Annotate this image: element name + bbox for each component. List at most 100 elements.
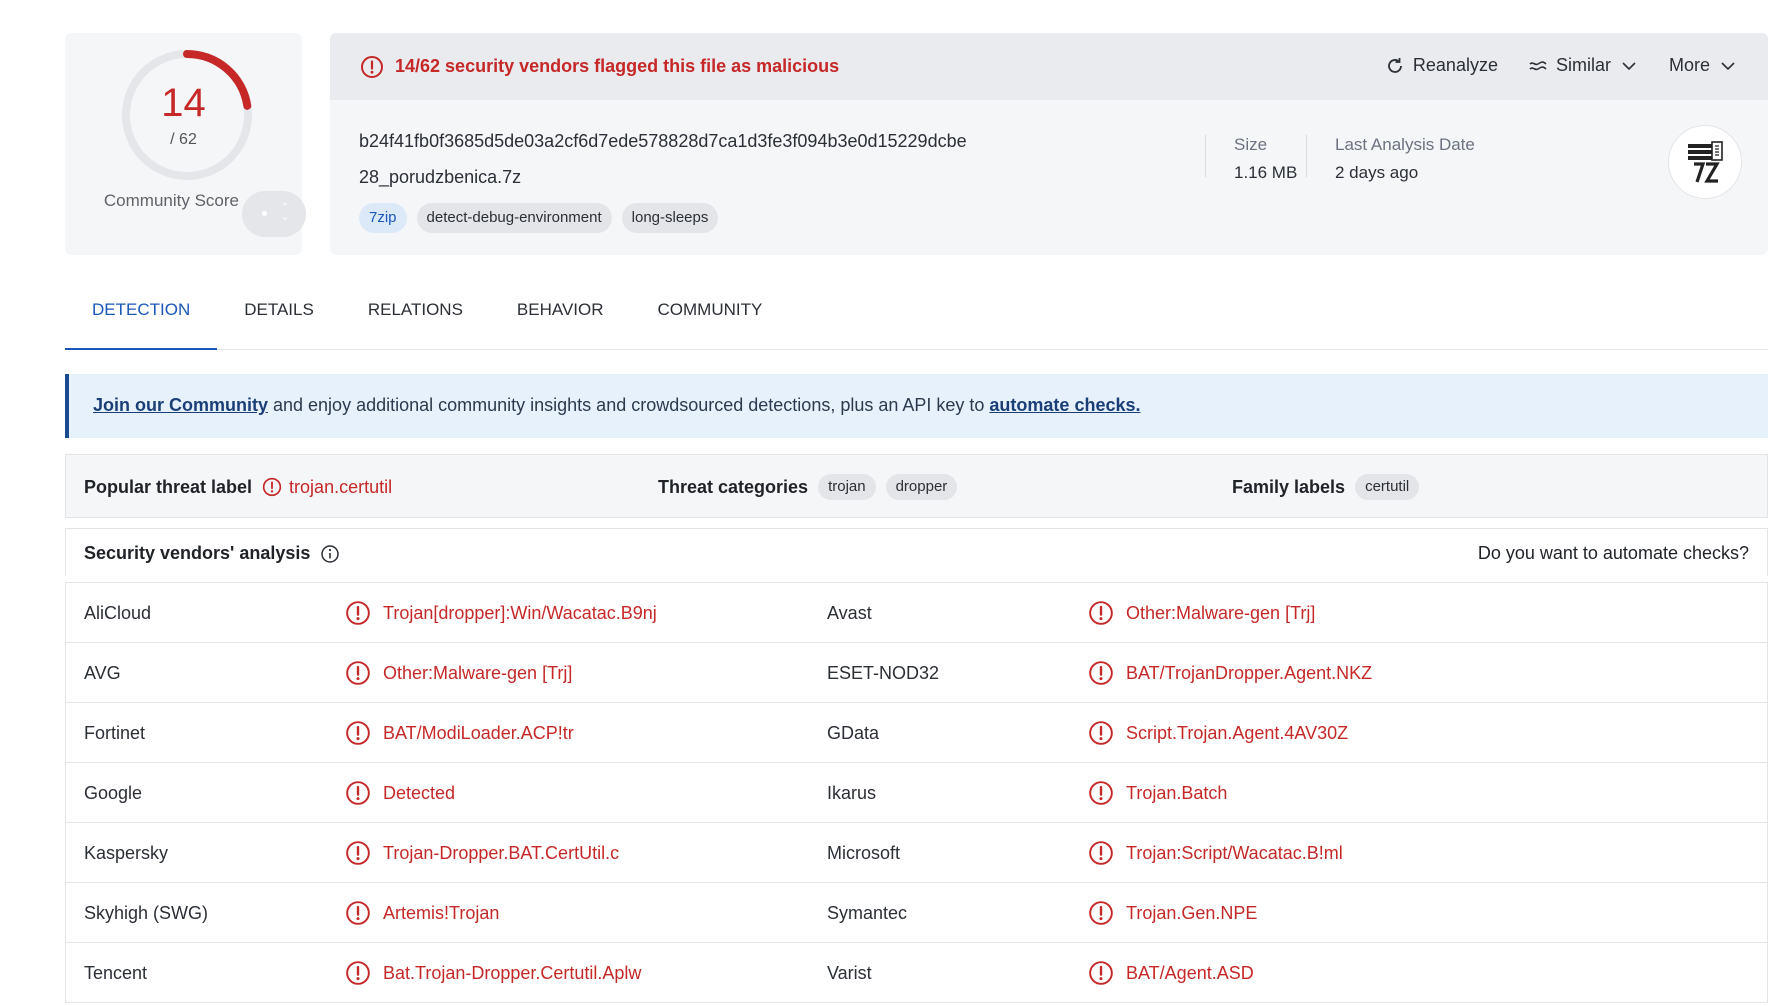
reanalyze-button[interactable]: Reanalyze bbox=[1385, 55, 1498, 76]
more-label: More bbox=[1668, 55, 1710, 75]
vendor-result[interactable]: Trojan[dropper]:Win/Wacatac.B9nj bbox=[345, 583, 657, 643]
vendor-name: Microsoft bbox=[827, 842, 901, 863]
alert-icon bbox=[361, 56, 383, 78]
more-dropdown[interactable]: More bbox=[1669, 55, 1738, 76]
vendor-result[interactable]: Trojan.Batch bbox=[1088, 763, 1227, 823]
info-icon[interactable] bbox=[320, 544, 340, 564]
vendor-result-text: Other:Malware-gen [Trj] bbox=[1126, 602, 1316, 623]
file-summary-card: 14/62 security vendors flagged this file… bbox=[330, 33, 1768, 255]
join-community-link[interactable]: Join our Community bbox=[93, 395, 268, 415]
vendor-result-text: Trojan[dropper]:Win/Wacatac.B9nj bbox=[383, 602, 657, 623]
malicious-icon bbox=[346, 721, 370, 745]
vendor-result[interactable]: Artemis!Trojan bbox=[345, 883, 499, 943]
last-analysis-label: Last Analysis Date bbox=[1335, 135, 1475, 154]
reanalyze-label: Reanalyze bbox=[1412, 55, 1498, 75]
malicious-icon bbox=[1089, 961, 1113, 985]
vendor-name: ESET-NOD32 bbox=[827, 662, 940, 683]
vendor-result-text: BAT/Agent.ASD bbox=[1126, 962, 1254, 983]
vendor-result[interactable]: Script.Trojan.Agent.4AV30Z bbox=[1088, 703, 1348, 763]
tab-relations[interactable]: RELATIONS bbox=[341, 290, 490, 350]
vendor-name: Tencent bbox=[84, 962, 148, 983]
last-analysis: Last Analysis Date 2 days ago bbox=[1306, 135, 1475, 182]
banner-middle-text: and enjoy additional community insights … bbox=[268, 395, 990, 415]
threat-summary: Popular threat label trojan.certutil Thr… bbox=[65, 454, 1768, 518]
tab-details[interactable]: DETAILS bbox=[217, 290, 341, 350]
malicious-icon bbox=[346, 901, 370, 925]
file-tags: 7zip detect-debug-environment long-sleep… bbox=[359, 203, 719, 233]
vendor-result-text: Trojan-Dropper.BAT.CertUtil.c bbox=[383, 842, 620, 863]
category-pill[interactable]: trojan bbox=[818, 474, 876, 500]
malicious-icon bbox=[1089, 901, 1113, 925]
vendor-result[interactable]: BAT/TrojanDropper.Agent.NKZ bbox=[1088, 643, 1372, 703]
vendor-result[interactable]: Other:Malware-gen [Trj] bbox=[1088, 583, 1315, 643]
malicious-icon bbox=[346, 781, 370, 805]
vendor-result-text: Trojan.Gen.NPE bbox=[1126, 902, 1258, 923]
vendor-name: Kaspersky bbox=[84, 842, 169, 863]
vendor-name: Ikarus bbox=[827, 782, 877, 803]
file-type-badge bbox=[1668, 125, 1742, 199]
detection-total: / 62 bbox=[170, 131, 197, 148]
vendors-header: Security vendors' analysis Do you want t… bbox=[65, 528, 1768, 576]
community-score-label: Community Score bbox=[103, 191, 239, 210]
automate-checks-prompt[interactable]: Do you want to automate checks? bbox=[1478, 543, 1749, 564]
family-labels: Family labels certutil bbox=[1232, 455, 1420, 519]
vendor-name: Symantec bbox=[827, 902, 908, 923]
banner-text: Join our Community and enjoy additional … bbox=[93, 395, 1141, 416]
vendor-result[interactable]: Detected bbox=[345, 763, 455, 823]
file-tag[interactable]: 7zip bbox=[359, 203, 407, 233]
family-pill[interactable]: certutil bbox=[1355, 474, 1420, 500]
similar-dropdown[interactable]: Similar bbox=[1528, 55, 1639, 76]
vendor-result[interactable]: Trojan:Script/Wacatac.B!ml bbox=[1088, 823, 1343, 883]
vendor-result[interactable]: BAT/Agent.ASD bbox=[1088, 943, 1254, 1003]
similar-icon bbox=[1529, 60, 1547, 70]
vendor-result-text: Bat.Trojan-Dropper.Certutil.Aplw bbox=[383, 962, 642, 983]
vendor-result-text: BAT/TrojanDropper.Agent.NKZ bbox=[1126, 662, 1373, 683]
size-value: 1.16 MB bbox=[1234, 163, 1298, 182]
community-vote-toggle[interactable]: ⌃ ⌄ bbox=[242, 191, 306, 237]
vendor-result[interactable]: Trojan-Dropper.BAT.CertUtil.c bbox=[345, 823, 619, 883]
file-hash[interactable]: b24f41fb0f3685d5de03a2cf6d7ede578828d7ca… bbox=[359, 131, 967, 152]
alert-icon bbox=[262, 477, 282, 497]
vendor-result-text: Other:Malware-gen [Trj] bbox=[383, 662, 573, 683]
malicious-icon bbox=[1089, 841, 1113, 865]
automate-checks-link[interactable]: automate checks. bbox=[989, 395, 1140, 415]
popular-threat-value[interactable]: trojan.certutil bbox=[262, 477, 392, 498]
7z-file-icon bbox=[1688, 141, 1723, 183]
detection-count: 14 bbox=[161, 81, 206, 125]
score-card: 14 / 62 Community Score ⌃ ⌄ bbox=[65, 33, 306, 255]
size-label: Size bbox=[1234, 135, 1268, 154]
threat-categories-label: Threat categories bbox=[658, 476, 809, 497]
vendors-table: AliCloud Trojan[dropper]:Win/Wacatac.B9nj… bbox=[65, 582, 1768, 1003]
malicious-icon bbox=[346, 961, 370, 985]
community-banner: Join our Community and enjoy additional … bbox=[65, 374, 1768, 438]
popular-threat: Popular threat label trojan.certutil bbox=[84, 455, 392, 519]
popular-threat-label: Popular threat label bbox=[84, 476, 253, 497]
popular-threat-text: trojan.certutil bbox=[289, 476, 393, 497]
vendor-row: Google Detected Ikarus Trojan.Batch bbox=[66, 763, 1767, 823]
similar-label: Similar bbox=[1555, 55, 1611, 75]
malicious-icon bbox=[1089, 781, 1113, 805]
tab-detection[interactable]: DETECTION bbox=[65, 290, 218, 350]
tab-behavior[interactable]: BEHAVIOR bbox=[490, 290, 631, 350]
vendor-row: Kaspersky Trojan-Dropper.BAT.CertUtil.c Mi… bbox=[66, 823, 1767, 883]
vendor-name: Avast bbox=[827, 602, 872, 623]
vendor-row: AVG Other:Malware-gen [Trj] ESET-NOD32 BAT/… bbox=[66, 643, 1767, 703]
file-tag[interactable]: long-sleeps bbox=[621, 203, 719, 233]
vendor-row: Skyhigh (SWG) Artemis!Trojan Symantec Troja… bbox=[66, 883, 1767, 943]
vendor-result[interactable]: BAT/ModiLoader.ACP!tr bbox=[345, 703, 574, 763]
tab-community[interactable]: COMMUNITY bbox=[631, 290, 790, 350]
vendor-name: AVG bbox=[84, 662, 121, 683]
malicious-icon bbox=[1089, 601, 1113, 625]
file-tag[interactable]: detect-debug-environment bbox=[416, 203, 612, 233]
vendor-result[interactable]: Other:Malware-gen [Trj] bbox=[345, 643, 572, 703]
vendor-result-text: Trojan.Batch bbox=[1126, 782, 1228, 803]
vendor-result[interactable]: Bat.Trojan-Dropper.Certutil.Aplw bbox=[345, 943, 641, 1003]
family-labels-label: Family labels bbox=[1232, 476, 1346, 497]
file-size: Size 1.16 MB bbox=[1205, 135, 1297, 182]
alert-text: 14/62 security vendors flagged this file… bbox=[395, 56, 840, 76]
vendor-name: Fortinet bbox=[84, 722, 146, 743]
vendors-title-text: Security vendors' analysis bbox=[84, 543, 311, 563]
category-pill[interactable]: dropper bbox=[885, 474, 958, 500]
vendor-result[interactable]: Trojan.Gen.NPE bbox=[1088, 883, 1257, 943]
vote-arrows-icon: ⌃ ⌄ bbox=[280, 202, 290, 223]
